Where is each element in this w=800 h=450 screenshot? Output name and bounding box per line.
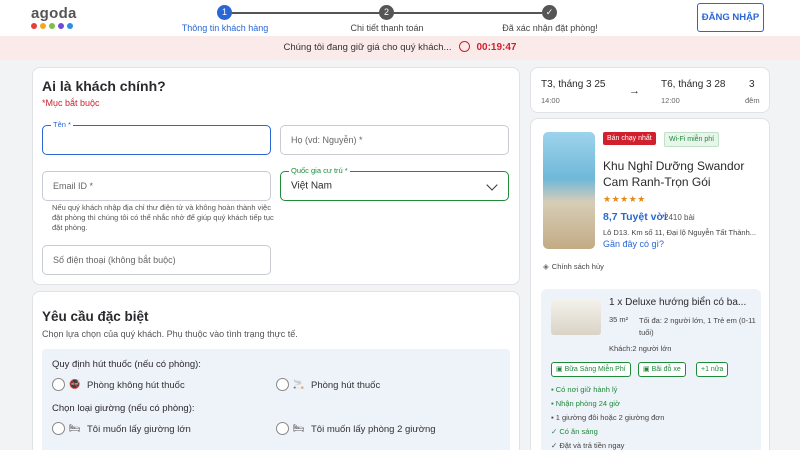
room-occupancy: Tối đa: 2 người lớn, 1 Trẻ em (0-11 tuổi…: [639, 316, 756, 337]
shield-icon: ◈: [543, 262, 549, 271]
review-count: 2410 bài: [664, 213, 695, 222]
phone-field[interactable]: Số điện thoại (không bắt buộc): [42, 245, 271, 275]
stepper-line: [225, 12, 380, 14]
parking-amenity: ▣ Bãi đỗ xe: [638, 362, 686, 377]
logo-dot: [67, 23, 73, 29]
pay-now-feature: ✓ Đặt và trả tiền ngay: [551, 441, 624, 450]
smoking-radio[interactable]: [276, 378, 289, 391]
timer-message: Chúng tôi đang giữ giá cho quý khách...: [283, 42, 452, 53]
hotel-name: Khu Nghỉ Dưỡng Swandor Cam Ranh-Trọn Gói: [603, 159, 745, 189]
large-bed-label[interactable]: Tôi muốn lấy giường lớn: [87, 424, 191, 435]
room-details: 1 x Deluxe hướng biển có ba... 35 m² Tối…: [541, 289, 761, 450]
logo-dots: [31, 23, 77, 29]
nearby-link[interactable]: Gần đây có gì?: [603, 239, 664, 249]
chevron-down-icon: [486, 179, 498, 191]
logo-dot: [31, 23, 37, 29]
checkin-date: T3, tháng 3 25: [541, 79, 606, 90]
countdown-timer: 00:19:47: [476, 42, 517, 53]
required-note: *Mục bắt buộc: [42, 98, 100, 108]
step-1-label: Thông tin khách hàng: [181, 23, 269, 33]
step-2-label: Chi tiết thanh toán: [350, 23, 424, 33]
luggage-feature: ▪ Có nơi giữ hành lý: [551, 385, 617, 394]
logo-dot: [49, 23, 55, 29]
country-label: Quốc gia cư trú *: [289, 166, 350, 175]
country-value: Việt Nam: [291, 180, 332, 192]
hotel-address: Lô D13. Km số 11, Đại lộ Nguyễn Tất Thàn…: [603, 228, 757, 237]
top-header: agoda 1 2 ✓ Thông tin khách hàng Chi tiế…: [0, 0, 800, 36]
breakfast-feature-label: Có ăn sáng: [559, 427, 598, 436]
room-guests: Khách:2 người lớn: [609, 344, 672, 353]
guest-section-title: Ai là khách chính?: [42, 78, 166, 94]
step-3-check-icon: ✓: [542, 5, 557, 20]
non-smoking-radio[interactable]: [52, 378, 65, 391]
breakfast-icon: ▣: [556, 366, 565, 373]
first-name-label: Tên *: [51, 120, 73, 129]
breakfast-amenity: ▣ Bữa Sáng Miễn Phí: [551, 362, 631, 377]
bed-feature: ▪ 1 giường đôi hoặc 2 giường đơn: [551, 413, 664, 422]
policy-label: Chính sách hủy: [551, 262, 604, 271]
nights-label: đêm: [745, 96, 760, 105]
special-requests-subtitle: Chọn lựa chọn của quý khách. Phụ thuộc v…: [42, 329, 298, 339]
checkin-24h-feature-label: Nhận phòng 24 giờ: [555, 399, 620, 408]
cancellation-policy[interactable]: ◈ Chính sách hủy: [543, 262, 604, 271]
checkout-time: 12:00: [661, 96, 680, 105]
star-rating: ★★★★★: [603, 194, 646, 204]
non-smoking-label[interactable]: Phòng không hút thuốc: [87, 380, 185, 391]
country-select[interactable]: Quốc gia cư trú * Việt Nam: [280, 166, 509, 201]
stepper-line: [392, 12, 542, 14]
nights-count: 3: [749, 79, 755, 90]
last-name-field[interactable]: Họ (vd: Nguyễn) *: [280, 125, 509, 155]
smoking-icon: 🚬: [293, 379, 305, 389]
luggage-feature-label: Có nơi giữ hành lý: [555, 385, 618, 394]
logo-text: agoda: [31, 5, 77, 22]
double-bed-icon: 🛏: [69, 423, 81, 433]
step-2-circle: 2: [379, 5, 394, 20]
twin-bed-icon: 🛏: [293, 423, 305, 433]
room-image[interactable]: [551, 299, 601, 335]
booking-stepper: 1 2 ✓ Thông tin khách hàng Chi tiết than…: [170, 3, 600, 35]
logo-dot: [40, 23, 46, 29]
logo-dot: [58, 23, 64, 29]
first-name-field[interactable]: Tên *: [42, 120, 271, 155]
checkin-time: 14:00: [541, 96, 560, 105]
breakfast-amenity-label: Bữa Sáng Miễn Phí: [564, 366, 626, 373]
room-title: 1 x Deluxe hướng biển có ba...: [609, 297, 747, 308]
bestseller-badge: Bán chạy nhất: [603, 132, 656, 145]
no-smoking-icon: 🚭: [69, 379, 81, 389]
checkout-date: T6, tháng 3 28: [661, 79, 726, 90]
twin-bed-label[interactable]: Tôi muốn lấy phòng 2 giường: [311, 424, 436, 435]
smoking-title: Quy định hút thuốc (nếu có phòng):: [52, 359, 201, 370]
more-amenities[interactable]: +1 nữa: [696, 362, 729, 377]
stay-dates-card: T3, tháng 3 25 14:00 → T6, tháng 3 28 12…: [530, 67, 770, 113]
clock-icon: [459, 40, 471, 52]
hotel-image[interactable]: [543, 132, 595, 249]
checkin-24h-feature: ▪ Nhận phòng 24 giờ: [551, 399, 620, 408]
wifi-badge: Wi-Fi miễn phí: [664, 132, 720, 147]
parking-amenity-label: Bãi đỗ xe: [651, 366, 681, 373]
breakfast-feature: ✓ Có ăn sáng: [551, 427, 598, 436]
room-size: 35 m²: [609, 315, 629, 324]
step-3-label: Đã xác nhận đặt phòng!: [502, 23, 598, 33]
price-hold-banner: Chúng tôi đang giữ giá cho quý khách... 0…: [0, 36, 800, 60]
email-field[interactable]: Email ID *: [42, 171, 271, 201]
phone-placeholder: Số điện thoại (không bắt buộc): [53, 255, 176, 265]
arrow-right-icon: →: [629, 85, 640, 97]
twin-bed-radio[interactable]: [276, 422, 289, 435]
special-requests-title: Yêu cầu đặc biệt: [42, 309, 149, 324]
review-score: 8,7 Tuyệt vời: [603, 211, 667, 223]
step-1-circle: 1: [217, 5, 232, 20]
car-icon: ▣: [643, 366, 652, 373]
large-bed-radio[interactable]: [52, 422, 65, 435]
last-name-placeholder: Họ (vd: Nguyễn) *: [291, 135, 363, 145]
login-button[interactable]: ĐĂNG NHẬP: [697, 3, 764, 32]
bed-title: Chọn loại giường (nếu có phòng):: [52, 403, 195, 414]
email-placeholder: Email ID *: [53, 181, 94, 191]
pay-now-feature-label: Đặt và trả tiền ngay: [559, 441, 625, 450]
hotel-summary-card: Bán chạy nhất Wi-Fi miễn phí Khu Nghỉ Dư…: [530, 118, 770, 450]
agoda-logo[interactable]: agoda: [31, 5, 77, 29]
bed-feature-label: 1 giường đôi hoặc 2 giường đơn: [555, 413, 665, 422]
email-hint: Nếu quý khách nhập địa chỉ thư điện tử v…: [52, 203, 274, 232]
smoking-label[interactable]: Phòng hút thuốc: [311, 380, 380, 391]
